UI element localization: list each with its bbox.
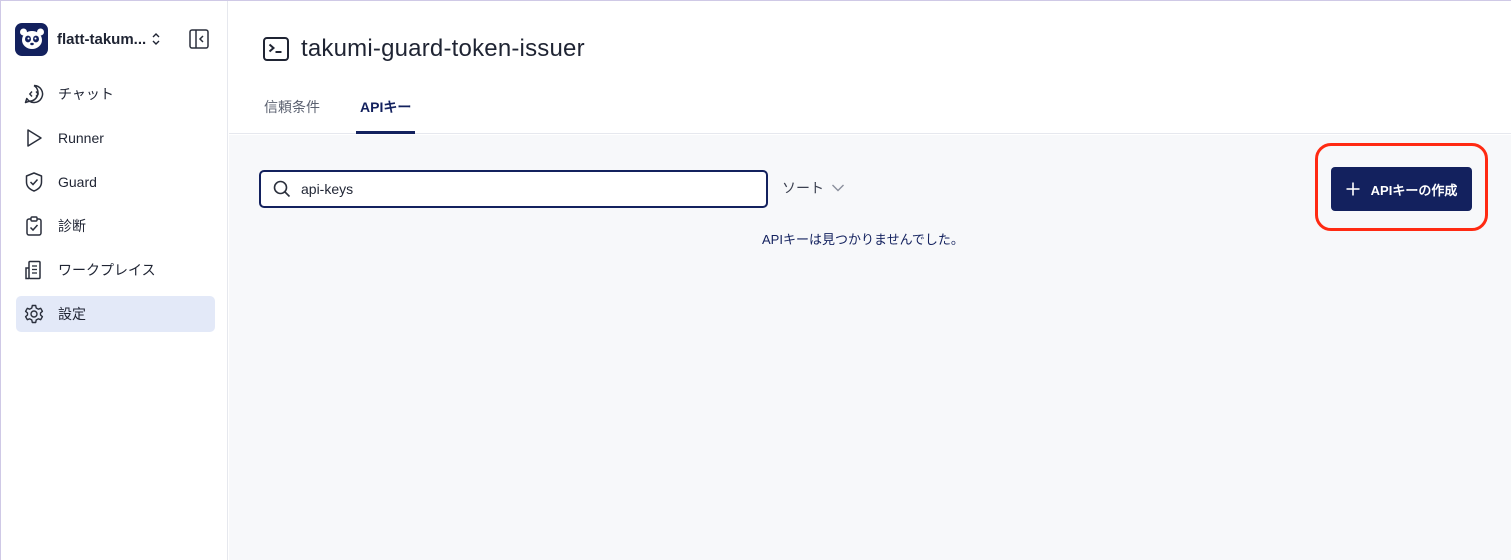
tab-bar: 信頼条件 APIキー (264, 95, 416, 134)
sidebar-item-label: チャット (58, 86, 114, 102)
workspace-name: flatt-takum... (57, 30, 147, 48)
main-panel: takumi-guard-token-issuer 信頼条件 APIキー ソート… (229, 1, 1511, 560)
sidebar-collapse-icon[interactable] (188, 28, 210, 50)
content-area: ソート APIキーは見つかりませんでした。 APIキーの作成 (229, 135, 1511, 560)
plus-icon (1346, 182, 1360, 196)
search-icon (273, 180, 291, 198)
sort-label: ソート (782, 180, 824, 196)
page-header: takumi-guard-token-issuer 信頼条件 APIキー (229, 1, 1511, 134)
sidebar-item-diagnosis[interactable]: 診断 (16, 208, 215, 244)
building-icon (23, 259, 45, 281)
sidebar-item-workplace[interactable]: ワークプレイス (16, 252, 215, 288)
sidebar-item-runner[interactable]: Runner (16, 120, 215, 156)
sidebar-item-guard[interactable]: Guard (16, 164, 215, 200)
sidebar-item-label: ワークプレイス (58, 262, 156, 278)
sidebar-item-label: Runner (58, 130, 104, 146)
sidebar-item-chat[interactable]: チャット (16, 76, 215, 112)
tab-api-keys[interactable]: APIキー (356, 95, 416, 134)
sidebar-item-label: Guard (58, 174, 97, 190)
create-button-label: APIキーの作成 (1370, 182, 1458, 198)
shield-check-icon (23, 171, 45, 193)
clipboard-check-icon (23, 215, 45, 237)
search-field[interactable] (259, 170, 768, 208)
terminal-icon (263, 37, 289, 61)
sidebar: flatt-takum... チャット Runner Guard 診断 ワークプ… (1, 1, 228, 560)
tab-trust-conditions[interactable]: 信頼条件 (264, 95, 320, 134)
play-icon (23, 127, 45, 149)
sidebar-item-settings[interactable]: 設定 (16, 296, 215, 332)
create-api-key-button[interactable]: APIキーの作成 (1331, 167, 1472, 211)
workspace-switcher[interactable]: flatt-takum... (15, 21, 215, 57)
sidebar-nav: チャット Runner Guard 診断 ワークプレイス 設定 (16, 76, 215, 340)
chat-icon (23, 83, 45, 105)
workspace-avatar (15, 22, 48, 56)
sidebar-item-label: 設定 (58, 306, 86, 322)
sort-dropdown[interactable]: ソート (782, 178, 845, 198)
title-row: takumi-guard-token-issuer (262, 35, 585, 63)
gear-icon (23, 303, 45, 325)
chevron-up-down-icon (152, 33, 160, 45)
sidebar-item-label: 診断 (58, 218, 86, 234)
chevron-down-icon (832, 184, 844, 192)
page-title: takumi-guard-token-issuer (301, 35, 585, 62)
empty-state-message: APIキーは見つかりませんでした。 (762, 232, 964, 247)
search-input[interactable] (301, 181, 741, 197)
